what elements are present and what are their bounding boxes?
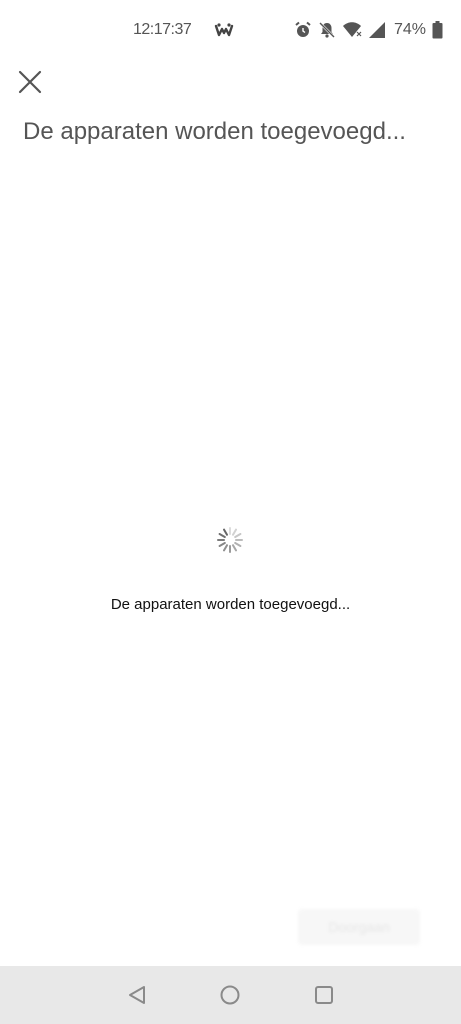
loading-spinner-icon bbox=[217, 527, 243, 553]
continue-button[interactable]: Doorgaan bbox=[298, 909, 420, 945]
spinner-tick bbox=[234, 542, 242, 547]
spinner-tick bbox=[218, 533, 226, 538]
status-time: 12:17:37 bbox=[133, 21, 192, 38]
cell-signal-icon bbox=[369, 22, 385, 38]
bell-off-icon bbox=[319, 22, 335, 38]
back-icon[interactable] bbox=[126, 983, 150, 1007]
app-notification-icon bbox=[214, 23, 234, 37]
battery-percentage: 74% bbox=[394, 21, 427, 38]
spinner-tick bbox=[223, 544, 228, 552]
recents-icon[interactable] bbox=[312, 983, 336, 1007]
loading-message: De apparaten worden toegevoegd... bbox=[110, 596, 351, 613]
close-button[interactable] bbox=[14, 66, 46, 98]
alarm-icon bbox=[295, 21, 311, 37]
navigation-bar bbox=[0, 966, 461, 1024]
spinner-tick bbox=[232, 528, 237, 536]
home-icon[interactable] bbox=[218, 983, 242, 1007]
screen: 12:17:37 74% De apparaten worden toegevo… bbox=[0, 0, 461, 1024]
spinner-tick bbox=[232, 544, 237, 552]
spinner-tick bbox=[218, 542, 226, 547]
status-bar: 12:17:37 74% bbox=[0, 0, 461, 62]
spinner-tick bbox=[223, 528, 228, 536]
spinner-tick bbox=[234, 533, 242, 538]
status-icons: 74% bbox=[294, 20, 443, 40]
close-icon bbox=[18, 70, 42, 94]
battery-icon bbox=[432, 21, 443, 39]
page-title: De apparaten worden toegevoegd... bbox=[23, 118, 406, 145]
wifi-icon bbox=[343, 22, 362, 37]
